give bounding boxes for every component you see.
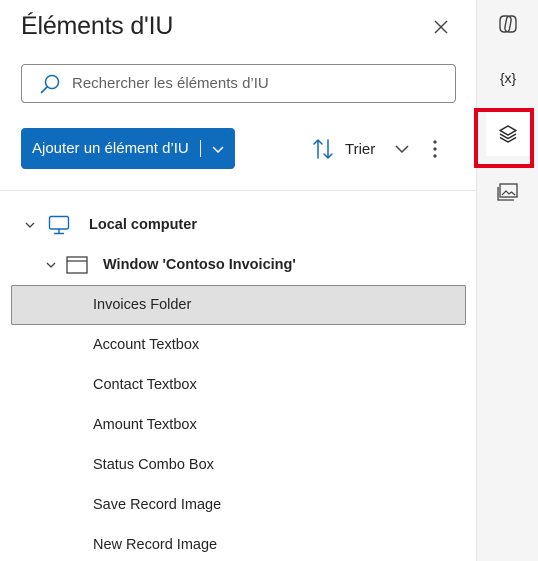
ui-element-item[interactable]: Save Record Image: [11, 485, 466, 525]
add-ui-element-label: Ajouter un élément d’IU: [32, 140, 189, 157]
more-options-button[interactable]: [425, 136, 445, 162]
chevron-down-icon: [392, 139, 412, 159]
ui-element-item[interactable]: Status Combo Box: [11, 445, 466, 485]
toolbar-divider: [0, 190, 476, 191]
right-rail: {x}: [476, 0, 538, 561]
more-vertical-icon: [433, 140, 437, 158]
images-button[interactable]: [486, 170, 530, 214]
panel-title: Éléments d'IU: [21, 12, 174, 40]
chevron-down-icon[interactable]: [208, 139, 228, 159]
variables-button[interactable]: {x}: [486, 56, 530, 100]
ui-elements-panel: Éléments d'IU Ajouter un élément d’IU Tr: [0, 0, 476, 561]
chevron-down-icon[interactable]: [43, 257, 59, 273]
ui-element-item[interactable]: Account Textbox: [11, 325, 466, 365]
computer-node-label: Local computer: [89, 217, 197, 233]
tree-node-computer[interactable]: Local computer: [22, 212, 197, 238]
add-ui-element-button[interactable]: Ajouter un élément d’IU: [21, 128, 235, 169]
tree-node-window[interactable]: Window 'Contoso Invoicing': [43, 252, 296, 278]
window-icon: [66, 255, 88, 275]
ui-element-item[interactable]: Contact Textbox: [11, 365, 466, 405]
search-icon: [38, 72, 62, 96]
computer-icon: [48, 214, 70, 236]
chevron-down-icon[interactable]: [22, 217, 38, 233]
copilot-icon: [499, 15, 517, 33]
images-icon: [497, 183, 518, 201]
copilot-button[interactable]: [486, 2, 530, 46]
sort-button[interactable]: Trier: [311, 134, 412, 164]
ui-elements-button[interactable]: [486, 112, 530, 156]
search-box[interactable]: [21, 64, 456, 103]
window-node-label: Window 'Contoso Invoicing': [103, 257, 296, 273]
sort-label: Trier: [345, 140, 376, 158]
variables-icon: {x}: [499, 70, 517, 86]
ui-elements-layers-icon: [499, 125, 517, 143]
close-icon: [434, 20, 448, 34]
split-separator: [199, 140, 201, 157]
close-button[interactable]: [428, 14, 454, 40]
sort-arrows-icon: [311, 137, 335, 161]
ui-element-item[interactable]: Invoices Folder: [11, 285, 466, 325]
ui-element-item[interactable]: New Record Image: [11, 525, 466, 561]
ui-element-item[interactable]: Amount Textbox: [11, 405, 466, 445]
search-input[interactable]: [72, 75, 432, 92]
